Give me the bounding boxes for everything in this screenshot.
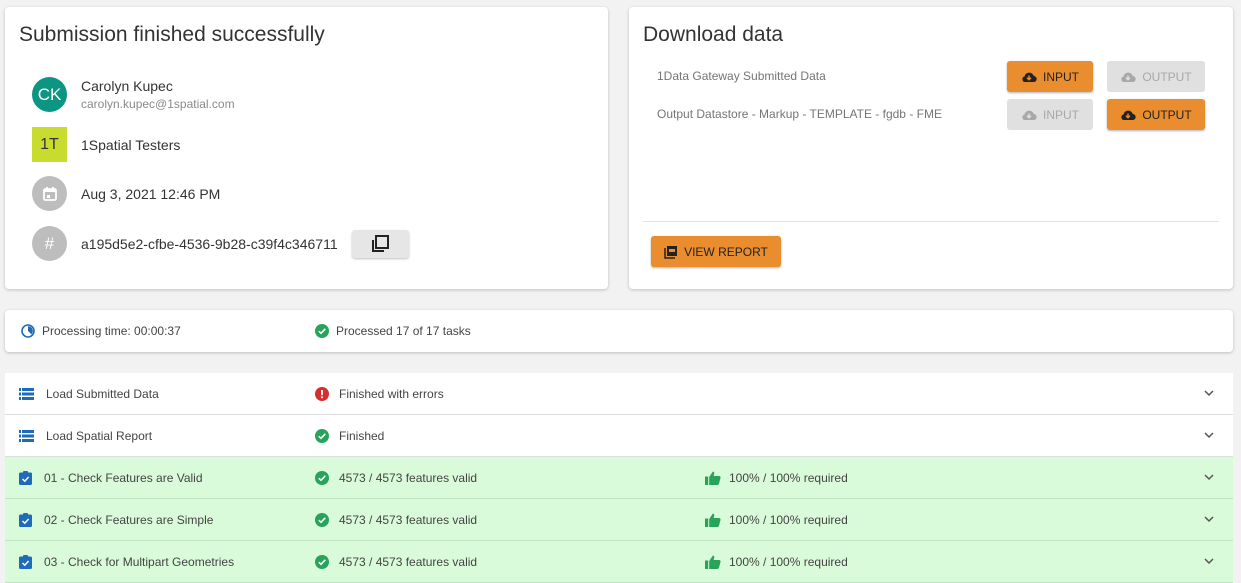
timer-icon (21, 324, 35, 338)
task-required: 100% / 100% required (729, 513, 848, 527)
cloud-download-icon (1121, 72, 1136, 82)
task-status: 4573 / 4573 features valid (339, 513, 478, 527)
processing-tasks-status: Processed 17 of 17 tasks (315, 324, 471, 338)
download-title: Download data (643, 23, 784, 46)
clipboard-check-icon (19, 513, 32, 527)
task-name: Load Submitted Data (46, 387, 159, 401)
download-row-label: Output Datastore - Markup - TEMPLATE - f… (657, 107, 942, 121)
task-status: Finished with errors (339, 387, 444, 401)
task-row[interactable]: Load Spatial Report Finished (5, 415, 1233, 457)
submission-title: Submission finished successfully (19, 23, 325, 46)
cloud-download-icon (1022, 72, 1037, 82)
download-card: Download data 1Data Gateway Submitted Da… (629, 7, 1233, 289)
task-list: Load Submitted Data Finished with errors… (5, 373, 1233, 583)
id-row: # a195d5e2-cfbe-4536-9b28-c39f4c346711 (32, 226, 409, 261)
chevron-down-icon[interactable] (1203, 471, 1215, 483)
task-row[interactable]: 01 - Check Features are Valid 4573 / 457… (5, 457, 1233, 499)
check-circle-icon (315, 324, 329, 338)
divider (643, 221, 1219, 222)
chevron-down-icon[interactable] (1203, 387, 1215, 399)
task-required: 100% / 100% required (729, 471, 848, 485)
org-name: 1Spatial Testers (81, 136, 181, 153)
output-download-button[interactable]: OUTPUT (1107, 99, 1205, 130)
date-row: Aug 3, 2021 12:46 PM (32, 176, 220, 211)
check-circle-icon (315, 471, 329, 485)
cloud-download-icon (1022, 110, 1037, 120)
check-circle-icon (315, 429, 329, 443)
thumbs-up-icon (705, 471, 721, 485)
processing-card: Processing time: 00:00:37 Processed 17 o… (5, 310, 1233, 352)
user-name: Carolyn Kupec (81, 78, 173, 94)
task-name: Load Spatial Report (46, 429, 153, 443)
chevron-down-icon[interactable] (1203, 555, 1215, 567)
output-download-button[interactable]: OUTPUT (1107, 61, 1205, 92)
user-row: CK Carolyn Kupec carolyn.kupec@1spatial.… (32, 77, 235, 112)
list-icon (19, 388, 34, 400)
task-row[interactable]: Load Submitted Data Finished with errors (5, 373, 1233, 415)
copy-id-button[interactable] (351, 229, 409, 258)
thumbs-up-icon (705, 513, 721, 527)
cloud-download-icon (1121, 110, 1136, 120)
thumbs-up-icon (705, 555, 721, 569)
task-status: 4573 / 4573 features valid (339, 555, 478, 569)
submission-card: Submission finished successfully CK Caro… (5, 7, 608, 289)
user-email: carolyn.kupec@1spatial.com (81, 97, 235, 111)
copy-icon (372, 234, 390, 252)
submission-id: a195d5e2-cfbe-4536-9b28-c39f4c346711 (81, 235, 338, 252)
check-circle-icon (315, 555, 329, 569)
user-avatar: CK (32, 77, 67, 112)
task-row[interactable]: 02 - Check Features are Simple 4573 / 45… (5, 499, 1233, 541)
check-circle-icon (315, 513, 329, 527)
chevron-down-icon[interactable] (1203, 429, 1215, 441)
org-row: 1T 1Spatial Testers (32, 127, 180, 162)
list-icon (19, 430, 34, 442)
clipboard-check-icon (19, 471, 32, 485)
clipboard-check-icon (19, 555, 32, 569)
task-name: 02 - Check Features are Simple (44, 513, 214, 527)
input-download-button[interactable]: INPUT (1007, 61, 1093, 92)
task-required: 100% / 100% required (729, 555, 848, 569)
task-status: Finished (339, 429, 385, 443)
error-circle-icon (315, 387, 329, 401)
submission-date: Aug 3, 2021 12:46 PM (81, 185, 221, 202)
view-report-button[interactable]: VIEW REPORT (651, 236, 781, 267)
input-download-button[interactable]: INPUT (1007, 99, 1093, 130)
task-row[interactable]: 03 - Check for Multipart Geometries 4573… (5, 541, 1233, 583)
task-name: 03 - Check for Multipart Geometries (44, 555, 235, 569)
task-name: 01 - Check Features are Valid (44, 471, 203, 485)
download-row-label: 1Data Gateway Submitted Data (657, 69, 826, 83)
calendar-icon (32, 176, 67, 211)
processing-time: Processing time: 00:00:37 (21, 324, 181, 338)
chevron-down-icon[interactable] (1203, 513, 1215, 525)
org-avatar: 1T (32, 127, 67, 162)
task-status: 4573 / 4573 features valid (339, 471, 478, 485)
pdf-icon (664, 245, 678, 259)
hash-icon: # (32, 226, 67, 261)
